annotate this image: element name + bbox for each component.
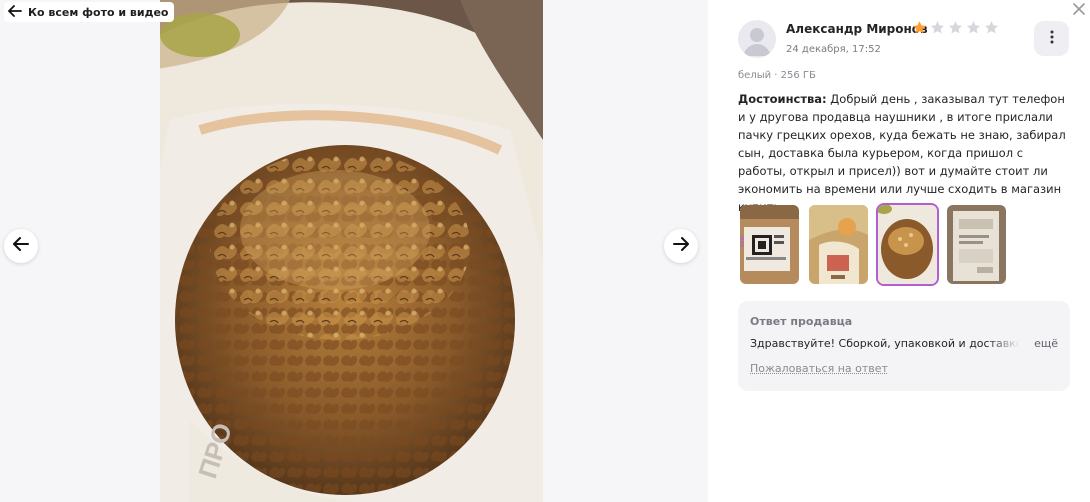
- star-empty-icon: [984, 21, 999, 34]
- thumbnail-4[interactable]: [945, 203, 1008, 286]
- seller-reply: Ответ продавца Здравствуйте! Сборкой, уп…: [738, 301, 1070, 391]
- review-thumbnails: WB: [738, 203, 1008, 286]
- prev-photo-button[interactable]: [4, 229, 38, 263]
- next-photo-button[interactable]: [664, 229, 698, 263]
- pros-label: Достоинства:: [738, 92, 827, 106]
- thumbnail-3[interactable]: [876, 203, 939, 286]
- star-filled-icon: [912, 21, 927, 34]
- review-photo: ПРО: [160, 0, 543, 502]
- seller-reply-title: Ответ продавца: [750, 315, 853, 328]
- review-panel: Александр Миронов 24 декабря, 17:52 белы…: [708, 0, 1090, 502]
- star-rating: [912, 20, 999, 35]
- complain-link[interactable]: Пожаловаться на ответ: [750, 362, 888, 375]
- arrow-left-icon: [8, 4, 22, 21]
- back-to-all-media-link[interactable]: Ко всем фото и видео: [4, 2, 175, 22]
- arrow-left-icon: [13, 236, 29, 256]
- star-empty-icon: [930, 21, 945, 34]
- svg-text:WB: WB: [740, 235, 746, 247]
- star-empty-icon: [948, 21, 963, 34]
- more-options-button[interactable]: [1034, 21, 1069, 56]
- pros-text: Добрый день , заказывал тут телефон и у …: [738, 92, 1066, 214]
- arrow-right-icon: [673, 236, 689, 256]
- product-variant: белый · 256 ГБ: [738, 70, 816, 81]
- review-pros: Достоинства: Добрый день , заказывал тут…: [738, 90, 1073, 216]
- thumbnail-2[interactable]: [807, 203, 870, 286]
- author-name: Александр Миронов: [786, 22, 928, 36]
- seller-reply-row: Здравствуйте! Сборкой, упаковкой и доста…: [750, 337, 1058, 353]
- star-empty-icon: [966, 21, 981, 34]
- avatar: [738, 20, 776, 58]
- review-date: 24 декабря, 17:52: [786, 44, 881, 55]
- photo-viewer: Ко всем фото и видео ПРО: [0, 0, 708, 502]
- thumbnail-1[interactable]: WB: [738, 203, 801, 286]
- back-link-label: Ко всем фото и видео: [28, 5, 169, 19]
- seller-reply-text: Здравствуйте! Сборкой, упаковкой и доста…: [750, 337, 1020, 350]
- expand-reply-link[interactable]: ещё: [1034, 337, 1058, 350]
- close-icon[interactable]: [1070, 0, 1088, 18]
- more-vertical-icon: [1050, 29, 1054, 48]
